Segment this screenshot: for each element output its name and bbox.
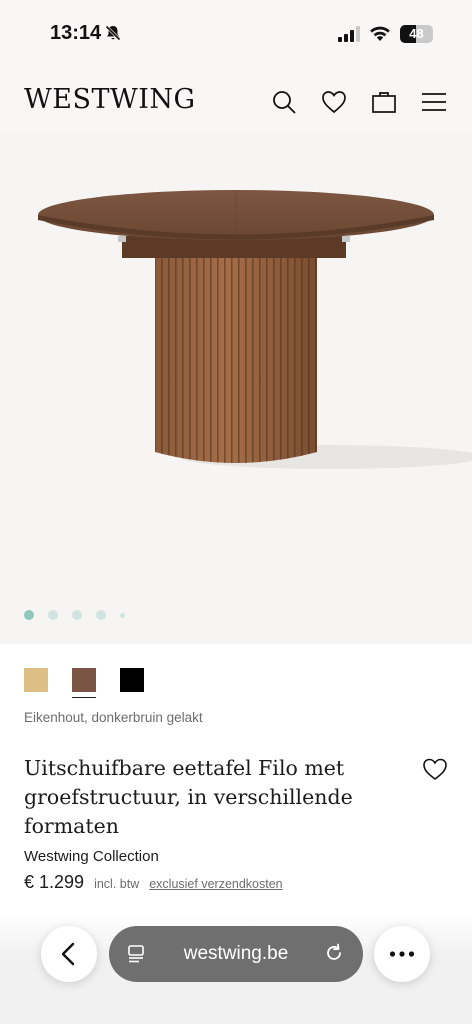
gallery-dot[interactable] xyxy=(48,610,58,620)
site-header: WESTWING xyxy=(0,70,472,132)
battery-indicator: 48 xyxy=(400,25,433,43)
swatch-natural-oak[interactable] xyxy=(24,668,48,692)
product-image-gallery[interactable] xyxy=(0,132,472,644)
dining-table-image xyxy=(38,190,472,469)
search-icon[interactable] xyxy=(270,88,298,116)
wifi-icon xyxy=(368,24,392,47)
add-to-wishlist-heart-icon[interactable] xyxy=(421,756,449,782)
back-button[interactable] xyxy=(41,926,97,982)
price-row: € 1.299 incl. btw exclusief verzendkoste… xyxy=(24,872,283,893)
ellipsis-icon xyxy=(389,951,415,957)
swatch-dark-brown[interactable] xyxy=(72,668,96,698)
color-swatches xyxy=(24,668,144,698)
shipping-costs-link[interactable]: exclusief verzendkosten xyxy=(149,877,282,891)
product-title: Uitschuifbare eettafel Filo met groefstr… xyxy=(24,756,353,838)
more-options-button[interactable] xyxy=(374,926,430,982)
product-brand[interactable]: Westwing Collection xyxy=(24,848,159,865)
tax-note: incl. btw xyxy=(94,877,140,891)
product-price: € 1.299 xyxy=(24,872,85,892)
browser-bottom-bar: westwing.be xyxy=(0,912,472,1024)
gallery-dot[interactable] xyxy=(72,610,82,620)
menu-icon[interactable] xyxy=(420,88,448,116)
shopping-bag-icon[interactable] xyxy=(370,88,398,116)
silent-mode-icon xyxy=(104,24,122,47)
selected-color-name: Eikenhout, donkerbruin gelakt xyxy=(24,710,203,725)
cellular-signal-icon xyxy=(338,26,362,47)
gallery-pagination xyxy=(24,610,125,620)
address-bar[interactable]: westwing.be xyxy=(109,926,363,982)
reload-icon[interactable] xyxy=(323,942,345,969)
swatch-black[interactable] xyxy=(120,668,144,692)
gallery-dot[interactable] xyxy=(24,610,34,620)
battery-level-text: 48 xyxy=(409,26,424,41)
status-time: 13:14 xyxy=(50,22,102,44)
chevron-left-icon xyxy=(61,942,75,966)
gallery-dot[interactable] xyxy=(120,612,125,618)
status-bar: 13:14 48 xyxy=(0,0,472,70)
westwing-logo[interactable]: WESTWING xyxy=(24,84,196,115)
wishlist-heart-icon[interactable] xyxy=(320,88,348,116)
gallery-dot[interactable] xyxy=(96,610,106,620)
